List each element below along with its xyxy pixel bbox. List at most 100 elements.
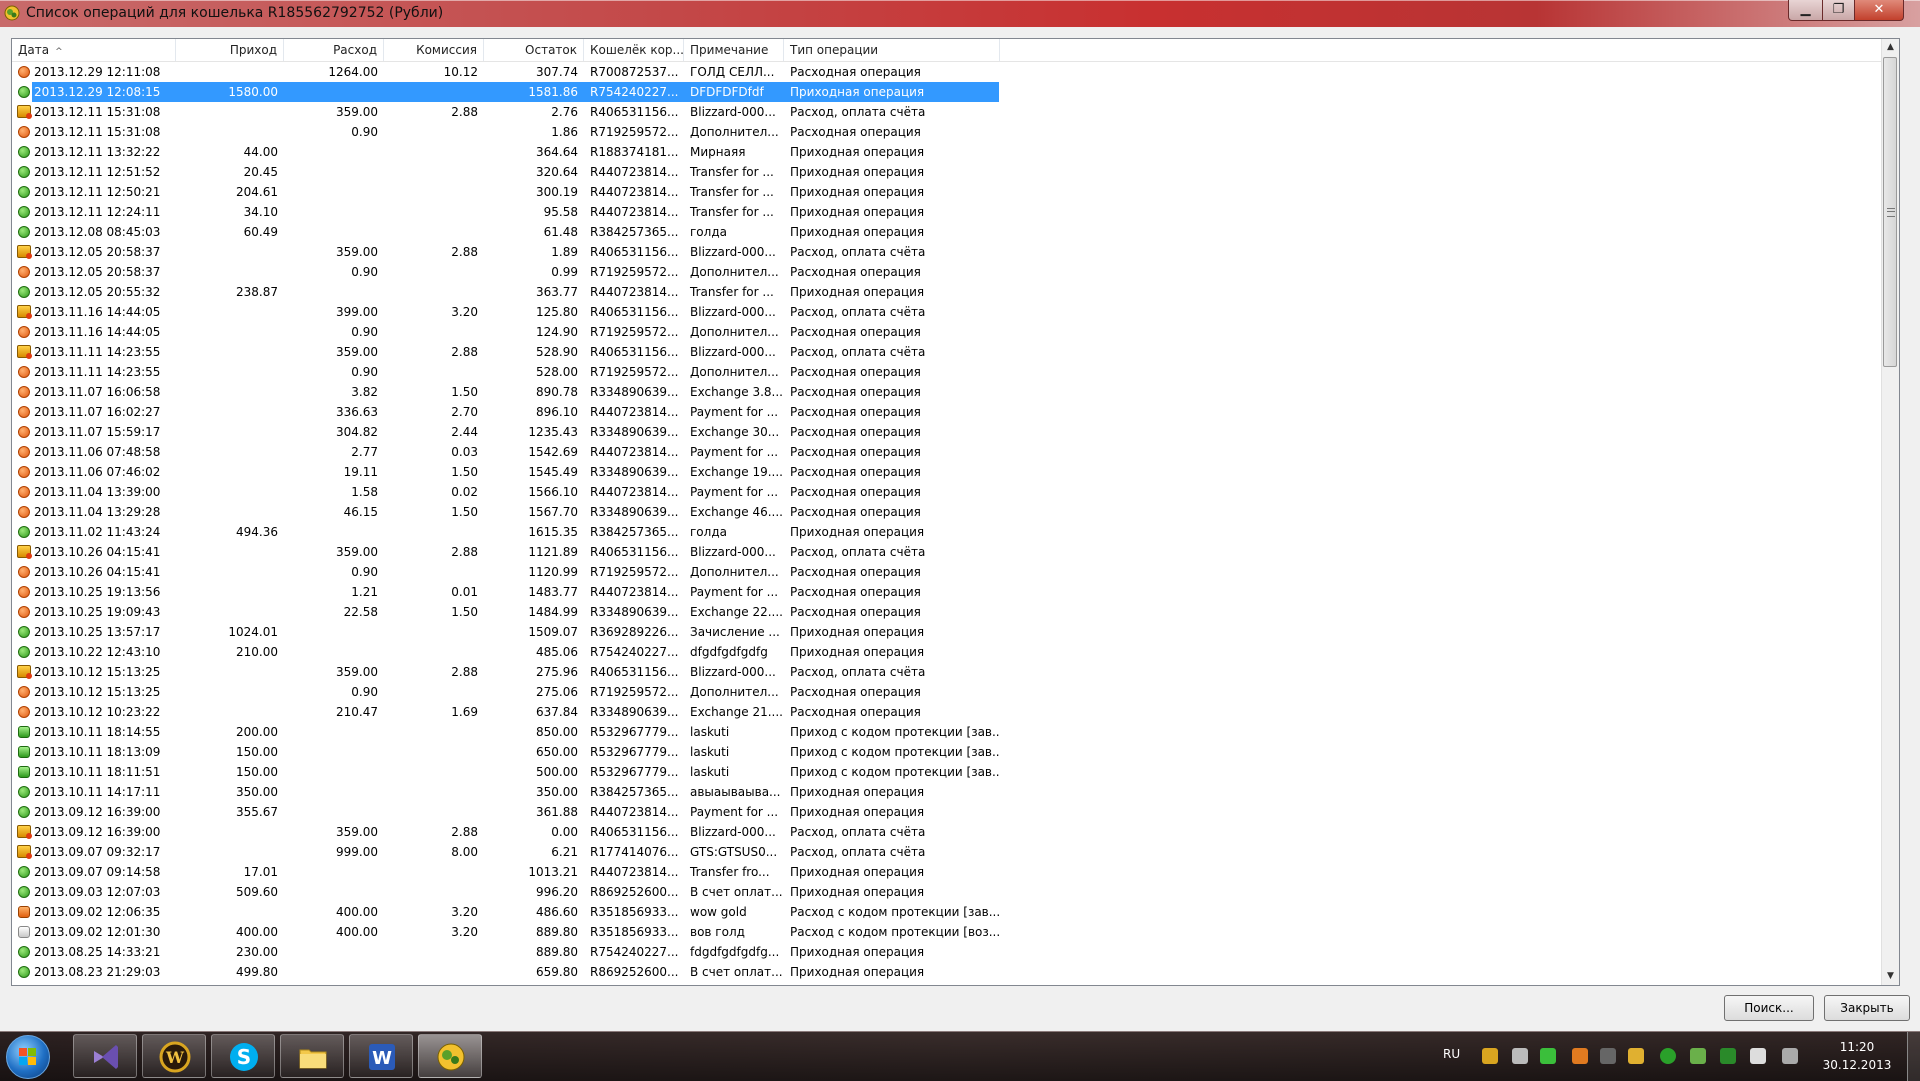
table-row[interactable]: 2013.11.11 14:23:55 0.90 528.00 R719259572.…	[12, 362, 1888, 382]
operations-list[interactable]: Дата ^ Приход Расход Комиссия Остаток Кош…	[11, 38, 1900, 986]
table-row[interactable]: 2013.11.06 07:46:02 19.11 1.50 1545.49 R3348…	[12, 462, 1888, 482]
table-row[interactable]: 2013.11.07 15:59:17 304.82 2.44 1235.43 R334…	[12, 422, 1888, 442]
table-row[interactable]: 2013.10.22 12:43:10 210.00 485.06 R75424022…	[12, 642, 1888, 662]
column-header-commission[interactable]: Комиссия	[384, 39, 484, 61]
table-row[interactable]: 2013.12.11 15:31:08 0.90 1.86 R719259572...…	[12, 122, 1888, 142]
table-row[interactable]: 2013.09.07 09:14:58 17.01 1013.21 R44072381…	[12, 862, 1888, 882]
tray-check-icon[interactable]	[1540, 1048, 1556, 1064]
clock[interactable]: 11:20 30.12.2013	[1812, 1038, 1902, 1074]
table-row[interactable]: 2013.11.11 14:23:55 359.00 2.88 528.90 R4065…	[12, 342, 1888, 362]
network-icon[interactable]	[1782, 1048, 1798, 1064]
table-row[interactable]: 2013.12.11 12:24:11 34.10 95.58 R440723814.…	[12, 202, 1888, 222]
taskbar-word[interactable]: W	[349, 1034, 413, 1078]
table-row[interactable]: 2013.08.23 21:29:03 499.80 659.80 R86925260…	[12, 962, 1888, 982]
table-row[interactable]: 2013.10.26 04:15:41 359.00 2.88 1121.89 R406…	[12, 542, 1888, 562]
table-row[interactable]: 2013.09.12 16:39:00 359.00 2.88 0.00 R406531…	[12, 822, 1888, 842]
table-row[interactable]: 2013.10.25 13:57:17 1024.01 1509.07 R369289…	[12, 622, 1888, 642]
cell-note: Зачисление ...	[690, 625, 780, 639]
column-header-expense[interactable]: Расход	[284, 39, 384, 61]
table-row[interactable]: 2013.09.07 09:32:17 999.00 8.00 6.21 R177414…	[12, 842, 1888, 862]
table-row[interactable]: 2013.11.07 16:02:27 336.63 2.70 896.10 R4407…	[12, 402, 1888, 422]
utorrent-icon[interactable]	[1720, 1048, 1736, 1064]
scroll-down-arrow-icon[interactable]: ▼	[1882, 968, 1899, 985]
table-row[interactable]: 2013.11.16 14:44:05 399.00 3.20 125.80 R4065…	[12, 302, 1888, 322]
cell-note: ГОЛД СЕЛЛ...	[690, 65, 775, 79]
tray-app-icon[interactable]	[1572, 1048, 1588, 1064]
column-header-type[interactable]: Тип операции	[784, 39, 1000, 61]
cell-commission: 3.20	[451, 905, 478, 919]
tray-app4-icon[interactable]	[1660, 1048, 1676, 1064]
table-row[interactable]: 2013.12.05 20:55:32 238.87 363.77 R44072381…	[12, 282, 1888, 302]
volume-icon[interactable]	[1512, 1048, 1528, 1064]
taskbar-world-of-warcraft[interactable]: W	[142, 1034, 206, 1078]
table-row[interactable]: 2013.11.16 14:44:05 0.90 124.90 R719259572.…	[12, 322, 1888, 342]
taskbar-visual-studio[interactable]	[73, 1034, 137, 1078]
taskbar-webmoney-keeper[interactable]	[418, 1034, 482, 1078]
column-header-balance[interactable]: Остаток	[484, 39, 584, 61]
table-row[interactable]: 2013.10.25 19:09:43 22.58 1.50 1484.99 R3348…	[12, 602, 1888, 622]
table-row[interactable]: 2013.10.12 15:13:25 0.90 275.06 R719259572.…	[12, 682, 1888, 702]
tray-app3-icon[interactable]	[1628, 1048, 1644, 1064]
cell-commission: 8.00	[451, 845, 478, 859]
cell-type: Приходная операция	[790, 525, 925, 539]
minimize-button[interactable]: ▁	[1788, 0, 1823, 21]
table-row[interactable]: 2013.10.12 15:13:25 359.00 2.88 275.96 R4065…	[12, 662, 1888, 682]
network-error-icon[interactable]	[1750, 1048, 1766, 1064]
table-row[interactable]: 2013.10.11 14:17:11 350.00 350.00 R38425736…	[12, 782, 1888, 802]
taskbar-skype[interactable]: S	[211, 1034, 275, 1078]
table-row[interactable]: 2013.10.11 18:14:55 200.00 850.00 R53296777…	[12, 722, 1888, 742]
table-row[interactable]: 2013.12.11 12:51:52 20.45 320.64 R440723814…	[12, 162, 1888, 182]
cell-date: 2013.09.07 09:32:17	[34, 845, 161, 859]
search-button[interactable]: Поиск...	[1724, 995, 1814, 1021]
column-header-note[interactable]: Примечание	[684, 39, 784, 61]
cell-commission	[384, 742, 484, 762]
table-row[interactable]: 2013.12.05 20:58:37 0.90 0.99 R719259572...…	[12, 262, 1888, 282]
cell-date: 2013.10.26 04:15:41	[34, 545, 161, 559]
column-header-income[interactable]: Приход	[176, 39, 284, 61]
table-row[interactable]: 2013.12.05 20:58:37 359.00 2.88 1.89 R406531…	[12, 242, 1888, 262]
start-button[interactable]	[6, 1035, 50, 1079]
table-row[interactable]: 2013.10.11 18:13:09 150.00 650.00 R53296777…	[12, 742, 1888, 762]
table-row[interactable]: 2013.11.04 13:29:28 46.15 1.50 1567.70 R3348…	[12, 502, 1888, 522]
table-row[interactable]: 2013.12.29 12:11:08 1264.00 10.12 307.74 R70…	[12, 62, 1888, 82]
table-row[interactable]: 2013.10.12 10:23:22 210.47 1.69 637.84 R3348…	[12, 702, 1888, 722]
table-row[interactable]: 2013.11.07 16:06:58 3.82 1.50 890.78 R334890…	[12, 382, 1888, 402]
table-row[interactable]: 2013.12.11 13:32:22 44.00 364.64 R188374181…	[12, 142, 1888, 162]
cell-income: 150.00	[236, 745, 278, 759]
table-row[interactable]: 2013.08.25 14:33:21 230.00 889.80 R75424022…	[12, 942, 1888, 962]
column-header-wallet[interactable]: Кошелёк кор...	[584, 39, 684, 61]
table-row[interactable]: 2013.10.11 18:11:51 150.00 500.00 R53296777…	[12, 762, 1888, 782]
close-window-button[interactable]: ✕	[1854, 0, 1904, 21]
table-row[interactable]: 2013.09.03 12:07:03 509.60 996.20 R86925260…	[12, 882, 1888, 902]
cell-wallet: R700872537...	[590, 65, 679, 79]
table-row[interactable]: 2013.09.12 16:39:00 355.67 361.88 R44072381…	[12, 802, 1888, 822]
cell-date: 2013.12.08 08:45:03	[34, 225, 161, 239]
scroll-up-arrow-icon[interactable]: ▲	[1882, 39, 1899, 56]
table-row[interactable]: 2013.10.25 19:13:56 1.21 0.01 1483.77 R44072…	[12, 582, 1888, 602]
nvidia-icon[interactable]	[1690, 1048, 1706, 1064]
vertical-scrollbar[interactable]: ▲ ▼	[1881, 39, 1899, 985]
tray-star-icon[interactable]	[1482, 1048, 1498, 1064]
table-row[interactable]: 2013.11.06 07:48:58 2.77 0.03 1542.69 R44072…	[12, 442, 1888, 462]
language-indicator[interactable]: RU	[1443, 1047, 1460, 1061]
table-row[interactable]: 2013.12.29 12:08:15 1580.00 1581.86 R754240…	[12, 82, 1888, 102]
table-row[interactable]: 2013.12.11 12:50:21 204.61 300.19 R44072381…	[12, 182, 1888, 202]
table-row[interactable]: 2013.09.02 12:06:35 400.00 3.20 486.60 R3518…	[12, 902, 1888, 922]
table-row[interactable]: 2013.12.08 08:45:03 60.49 61.48 R384257365.…	[12, 222, 1888, 242]
show-desktop-button[interactable]	[1907, 1032, 1920, 1081]
close-button[interactable]: Закрыть	[1824, 995, 1910, 1021]
table-row[interactable]: 2013.11.04 13:39:00 1.58 0.02 1566.10 R44072…	[12, 482, 1888, 502]
column-header-date[interactable]: Дата ^	[12, 39, 176, 61]
maximize-button[interactable]: ❐	[1822, 0, 1855, 21]
title-bar[interactable]: Список операций для кошелька R1855627927…	[0, 0, 1920, 27]
table-row[interactable]: 2013.11.02 11:43:24 494.36 1615.35 R3842573…	[12, 522, 1888, 542]
table-row[interactable]: 2013.12.11 15:31:08 359.00 2.88 2.76 R406531…	[12, 102, 1888, 122]
scroll-thumb[interactable]	[1883, 57, 1897, 367]
table-row[interactable]: 2013.10.26 04:15:41 0.90 1120.99 R719259572…	[12, 562, 1888, 582]
cell-wallet: R384257365...	[590, 225, 679, 239]
table-row[interactable]: 2013.09.02 12:01:30 400.00 400.00 3.20 889.8…	[12, 922, 1888, 942]
cell-balance: 361.88	[536, 805, 578, 819]
tray-app2-icon[interactable]	[1600, 1048, 1616, 1064]
cell-expense	[284, 962, 384, 982]
taskbar-file-explorer[interactable]	[280, 1034, 344, 1078]
